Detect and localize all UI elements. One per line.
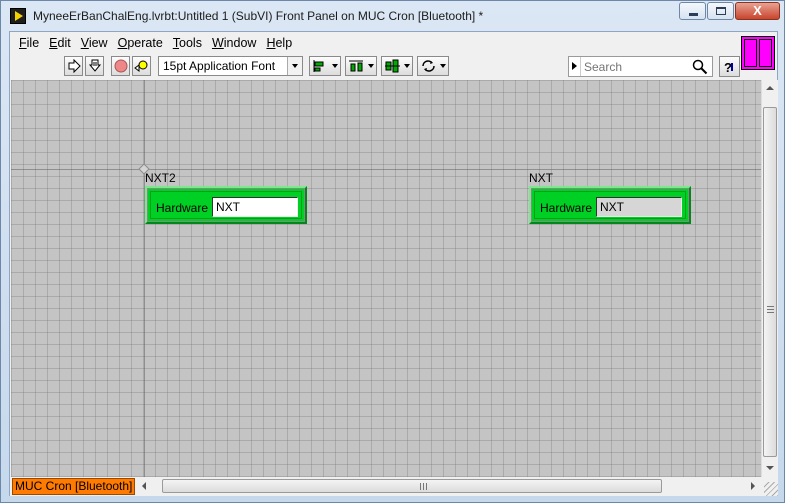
run-continuously-button[interactable] bbox=[85, 56, 104, 76]
vertical-scroll-thumb[interactable] bbox=[763, 107, 777, 457]
menu-edit-label: dit bbox=[57, 35, 71, 50]
chevron-down-icon bbox=[368, 64, 374, 68]
menu-help[interactable]: Help bbox=[261, 36, 297, 50]
menu-tools[interactable]: Tools bbox=[168, 36, 207, 50]
menu-operate-hotkey: O bbox=[117, 35, 128, 50]
cluster-label-nxt2[interactable]: NXT2 bbox=[145, 171, 176, 185]
pause-button[interactable] bbox=[132, 56, 151, 76]
reorder-button[interactable] bbox=[417, 56, 449, 76]
menu-operate[interactable]: Operate bbox=[113, 36, 168, 50]
context-help-button[interactable]: ? bbox=[719, 56, 740, 77]
menu-window-hotkey: W bbox=[211, 35, 224, 50]
chevron-down-icon bbox=[404, 64, 410, 68]
menu-tools-label: ools bbox=[179, 35, 202, 50]
menu-help-label: elp bbox=[275, 35, 293, 50]
cluster-indicator-nxt[interactable]: Hardware NXT bbox=[529, 186, 691, 224]
window-controls: X bbox=[678, 2, 780, 20]
menu-edit-hotkey: E bbox=[49, 35, 58, 50]
origin-line-vertical bbox=[144, 80, 145, 477]
grip-icon bbox=[767, 306, 774, 313]
vi-icon[interactable] bbox=[741, 36, 775, 70]
pause-bulb-icon bbox=[133, 60, 147, 72]
labview-app-icon bbox=[10, 8, 26, 24]
maximize-icon bbox=[716, 7, 726, 15]
menu-view[interactable]: View bbox=[76, 36, 113, 50]
menu-file[interactable]: File bbox=[14, 36, 44, 50]
align-objects-button[interactable] bbox=[309, 56, 341, 76]
search-icon[interactable] bbox=[692, 59, 708, 75]
close-icon: X bbox=[753, 3, 762, 18]
run-button[interactable] bbox=[64, 56, 83, 76]
menu-file-hotkey: F bbox=[19, 35, 27, 50]
minimize-icon bbox=[689, 13, 698, 16]
origin-line-horizontal bbox=[11, 169, 761, 170]
toolbar: 15pt Application Font Search ? bbox=[10, 54, 743, 79]
horizontal-scroll-thumb[interactable] bbox=[162, 479, 662, 493]
svg-text:?: ? bbox=[724, 60, 732, 75]
menu-window-label: indow bbox=[223, 35, 257, 50]
menu-file-label: ile bbox=[26, 35, 40, 50]
horizontal-scrollbar[interactable] bbox=[137, 478, 761, 495]
abort-icon bbox=[114, 59, 127, 73]
hardware-label: Hardware bbox=[156, 201, 209, 215]
window-title: MyneeErBanChalEng.lvrbt:Untitled 1 (SubV… bbox=[33, 9, 484, 23]
distribute-icon bbox=[349, 60, 363, 72]
cluster-frame: Hardware NXT bbox=[150, 191, 302, 219]
font-select[interactable]: 15pt Application Font bbox=[158, 56, 303, 76]
resize-grip-icon[interactable] bbox=[764, 482, 778, 496]
scroll-left-icon[interactable] bbox=[137, 478, 153, 495]
hardware-label: Hardware bbox=[540, 201, 593, 215]
grip-icon bbox=[420, 483, 428, 490]
run-continuously-icon bbox=[88, 59, 101, 72]
status-bar: MUC Cron [Bluetooth] bbox=[10, 477, 778, 496]
scroll-down-icon[interactable] bbox=[762, 460, 778, 477]
front-panel-client: File Edit View Operate Tools Window Help bbox=[9, 31, 778, 496]
menu-view-hotkey: V bbox=[80, 35, 89, 50]
chevron-down-icon bbox=[440, 64, 446, 68]
resize-objects-button[interactable] bbox=[381, 56, 413, 76]
hardware-indicator-field: NXT bbox=[596, 197, 682, 217]
menu-view-label: iew bbox=[88, 35, 108, 50]
hardware-control-field[interactable]: NXT bbox=[212, 197, 298, 217]
menu-edit[interactable]: Edit bbox=[44, 36, 76, 50]
search-expand-icon[interactable] bbox=[569, 57, 581, 76]
chevron-down-icon[interactable] bbox=[287, 57, 302, 75]
vertical-scrollbar[interactable] bbox=[761, 80, 778, 477]
minimize-button[interactable] bbox=[679, 2, 706, 20]
menu-window[interactable]: Window bbox=[207, 36, 261, 50]
cluster-label-nxt[interactable]: NXT bbox=[529, 171, 553, 185]
reorder-icon bbox=[422, 60, 435, 72]
scroll-right-icon[interactable] bbox=[745, 478, 761, 495]
distribute-objects-button[interactable] bbox=[345, 56, 377, 76]
run-arrow-icon bbox=[68, 59, 81, 73]
cluster-frame: Hardware NXT bbox=[534, 191, 686, 219]
execution-target-label[interactable]: MUC Cron [Bluetooth] bbox=[12, 478, 136, 495]
menu-operate-label: perate bbox=[127, 35, 163, 50]
help-icon: ? bbox=[724, 60, 733, 75]
chevron-down-icon bbox=[332, 64, 338, 68]
connector-pane-right bbox=[759, 39, 772, 67]
scroll-up-icon[interactable] bbox=[762, 80, 778, 97]
maximize-button[interactable] bbox=[707, 2, 734, 20]
abort-button[interactable] bbox=[111, 56, 130, 76]
search-input[interactable] bbox=[584, 58, 684, 75]
resize-icon bbox=[385, 59, 400, 73]
menu-bar: File Edit View Operate Tools Window Help bbox=[10, 32, 743, 53]
title-bar[interactable]: MyneeErBanChalEng.lvrbt:Untitled 1 (SubV… bbox=[1, 1, 784, 31]
connector-pane-left bbox=[744, 39, 757, 67]
align-icon bbox=[313, 60, 324, 72]
search-box bbox=[568, 56, 713, 77]
cluster-control-nxt2[interactable]: Hardware NXT bbox=[145, 186, 307, 224]
labview-window: MyneeErBanChalEng.lvrbt:Untitled 1 (SubV… bbox=[0, 0, 785, 503]
front-panel-canvas[interactable]: NXT2 Hardware NXT NXT Hardware NXT bbox=[11, 80, 761, 477]
font-select-value: 15pt Application Font bbox=[163, 59, 276, 73]
close-button[interactable]: X bbox=[735, 2, 780, 20]
